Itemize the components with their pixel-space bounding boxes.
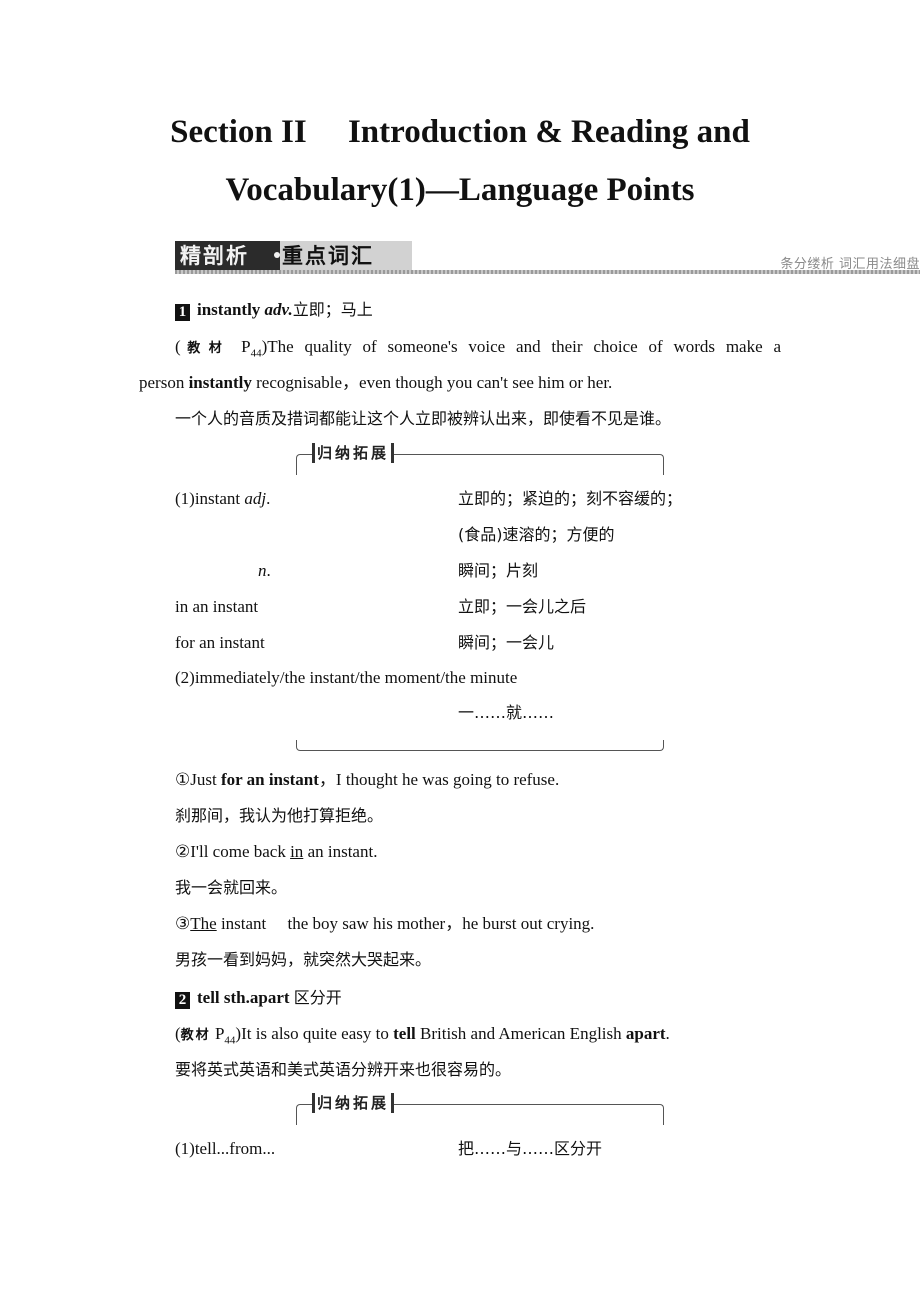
headword: instantly [197,300,261,319]
example-text: instant the boy saw his mother，he burst … [216,914,595,933]
example-keyword: for an instant [220,770,319,789]
example-text: I'll come back [190,842,291,861]
example-text: an instant. [303,842,378,861]
expansion-term-6: (2)immediately/the instant/the moment/th… [175,668,518,687]
expansion-pos-tail: . [266,561,271,580]
source-page: P [214,1024,225,1043]
expansion-box-label: 归纳拓展 [312,1093,395,1113]
section-band-light-label: 重点词汇 [280,241,412,271]
example-sentence-2: ②I'll come back in an instant. [175,841,377,863]
expansion-meaning-2: (食品)速溶的；方便的 [458,525,615,544]
expansion-meaning-1: 立即的；紧迫的；刻不容缓的； [458,489,683,508]
example-translation: 一个人的音质及措词都能让这个人立即被辨认出来，即使看不见是谁。 [175,409,672,428]
example-text: British and American English [415,1024,626,1043]
example-translation: 要将英式英语和美式英语分辨开来也很容易的。 [175,1060,512,1079]
expansion-term-1: (1)tell...from... [175,1139,276,1158]
expansion-meaning-5: 瞬间；一会儿 [458,633,555,652]
page-title-line-2: Vocabulary(1)—Language Points [225,172,695,208]
example-keyword: tell [393,1024,416,1043]
example-text: recognisable，even though you can't see h… [251,373,613,392]
expansion-pos: adj [244,489,267,508]
source-label: 教材 [180,1028,211,1043]
expansion-meaning-1: 把……与……区分开 [458,1139,603,1158]
example-text: Just [190,770,221,789]
section-band-dark-label: 精剖析 [175,241,280,271]
source-page: P [241,337,251,356]
example-keyword: apart [625,1024,666,1043]
example-blank: in [290,842,304,861]
headword-meaning: 立即；马上 [292,300,373,319]
source-label: 教材 [180,341,231,356]
page-title-line-1: Section II Introduction & Reading and [170,114,750,150]
item-number-badge: 2 [175,992,190,1009]
vocab-heading-1: 1 instantly adv.立即；马上 [175,299,373,321]
expansion-term-5: for an instant [175,633,265,652]
example-text: )It is also quite easy to [235,1024,394,1043]
textbook-example-line-1: (教材 P44)The quality of someone's voice a… [175,337,781,360]
textbook-example-2: (教材 P44)It is also quite easy to tell Br… [175,1024,670,1047]
part-of-speech: adv. [264,300,293,319]
source-page-sub: 44 [250,347,262,360]
expansion-term-4: in an instant [175,597,259,616]
section-header-band: 精剖析 重点词汇 条分缕析 词汇用法细盘 [175,240,920,274]
example-text: )The quality of someone's voice and thei… [261,337,781,356]
expansion-term: (1)instant [175,489,245,508]
example-text: . [665,1024,670,1043]
expansion-left-row-3: n. [258,560,271,582]
vocab-heading-2: 2 tell sth.apart 区分开 [175,987,342,1009]
example-marker: ② [175,842,191,861]
textbook-example-line-2: person instantly recognisable，even thoug… [139,372,612,394]
expansion-pos: n [258,561,267,580]
expansion-meaning-7: 一……就…… [458,703,555,722]
headword: tell sth.apart [197,988,290,1007]
example-translation-1: 刹那间，我认为他打算拒绝。 [175,806,384,825]
item-number-badge: 1 [175,304,190,321]
example-text: ，I thought he was going to refuse. [318,770,560,789]
expansion-meaning-3: 瞬间；片刻 [458,561,539,580]
example-sentence-3: ③The instant the boy saw his mother，he b… [175,913,594,935]
expansion-box-label: 归纳拓展 [312,443,395,463]
example-translation-2: 我一会就回来。 [175,878,288,897]
example-marker: ① [175,770,191,789]
section-band-rule [175,270,920,274]
source-page-sub: 44 [224,1034,236,1047]
example-marker: ③ [175,914,191,933]
example-translation-3: 男孩一看到妈妈，就突然大哭起来。 [175,950,432,969]
expansion-meaning-4: 立即；一会儿之后 [458,597,587,616]
expansion-pos-tail: . [266,489,271,508]
example-keyword: instantly [188,373,252,392]
expansion-left-row-1: (1)instant adj. [175,488,270,510]
example-text: person [139,373,189,392]
headword-meaning: 区分开 [293,988,342,1007]
example-blank: The [190,914,217,933]
example-sentence-1: ①Just for an instant，I thought he was go… [175,769,559,791]
